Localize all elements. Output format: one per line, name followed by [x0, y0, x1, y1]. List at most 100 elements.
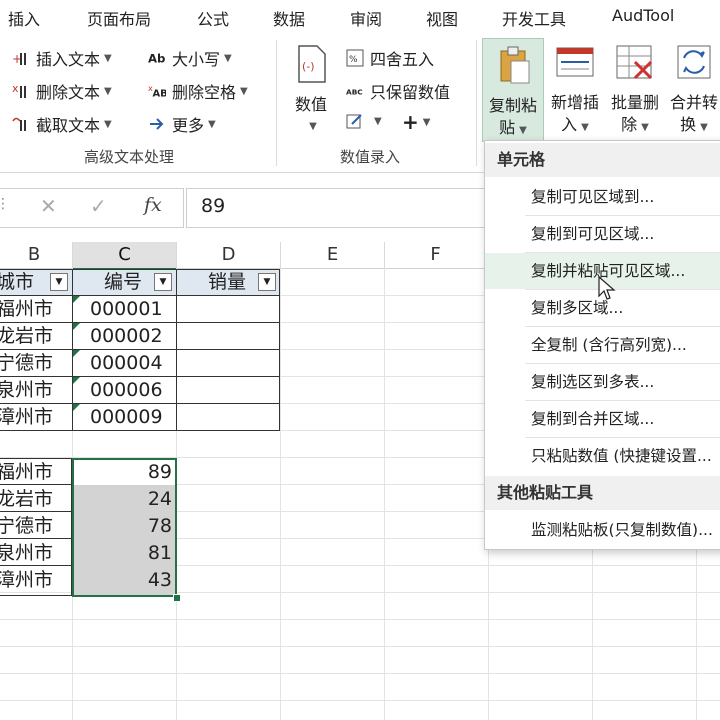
cancel-icon[interactable]: ✕	[40, 194, 57, 218]
extract-text-label: 截取文本	[36, 116, 101, 135]
svg-text:ABC: ABC	[346, 87, 363, 96]
table-cell[interactable]: 000001	[90, 296, 163, 323]
delete-text-label: 删除文本	[36, 83, 101, 102]
insert-text-button[interactable]: + 插入文本 ▼	[12, 46, 112, 70]
edit-button[interactable]: ▼	[346, 112, 382, 130]
number-label: 数值	[294, 95, 327, 114]
table-cell[interactable]: 000002	[90, 323, 163, 350]
abc-icon: ABC	[346, 87, 363, 96]
fx-icon[interactable]: fx	[144, 194, 162, 216]
edit-icon	[346, 114, 362, 129]
table-cell[interactable]: 89	[74, 459, 172, 486]
dropdown-arrow-icon: ▼	[208, 118, 216, 130]
insert-new-label-1: 新增插	[550, 93, 599, 112]
table-cell[interactable]: 漳州市	[0, 567, 53, 594]
tab-page-layout[interactable]: 页面布局	[87, 6, 151, 30]
case-button[interactable]: Ab 大小写 ▼	[148, 46, 232, 70]
menu-item-copy-to-merged[interactable]: 复制到合并区域...	[485, 401, 720, 437]
menu-section-cells: 单元格	[485, 143, 720, 177]
table-cell[interactable]: 福州市	[0, 296, 53, 323]
tab-insert[interactable]: 插入	[8, 6, 40, 30]
table-cell[interactable]: 78	[74, 513, 172, 540]
column-header-f[interactable]: F	[385, 242, 487, 269]
case-label: 大小写	[172, 50, 221, 69]
delete-text-button[interactable]: x 删除文本 ▼	[12, 79, 112, 103]
column-header-d[interactable]: D	[177, 242, 281, 269]
copy-paste-label-2: 贴 ▼	[499, 118, 527, 137]
case-icon: Ab	[148, 52, 165, 66]
tab-developer[interactable]: 开发工具	[502, 6, 566, 30]
clipboard-icon	[500, 46, 530, 84]
dropdown-arrow-icon: ▼	[104, 85, 112, 97]
keep-values-button[interactable]: ABC 只保留数值	[346, 79, 450, 103]
menu-item-full-copy[interactable]: 全复制 (含行高列宽)...	[485, 327, 720, 363]
menu-item-copy-visible-to[interactable]: 复制可见区域到...	[485, 179, 720, 215]
batch-delete-label-1: 批量删	[610, 93, 659, 112]
menu-item-copy-to-visible[interactable]: 复制到可见区域...	[485, 216, 720, 252]
batch-delete-button[interactable]: 批量删 除 ▼	[606, 42, 664, 139]
column-header-e[interactable]: E	[281, 242, 385, 269]
tab-review[interactable]: 审阅	[350, 6, 382, 30]
text-number-indicator-icon	[73, 404, 80, 411]
table-divider	[176, 269, 177, 431]
add-button[interactable]: + ▼	[402, 110, 430, 134]
tab-formulas[interactable]: 公式	[197, 6, 229, 30]
delete-grid-icon	[616, 45, 653, 80]
number-button[interactable]: (-) 数值 ▼	[288, 44, 334, 138]
text-number-indicator-icon	[73, 296, 80, 303]
table-cell[interactable]: 43	[74, 567, 172, 594]
merge-convert-button[interactable]: 合并转 换 ▼	[666, 42, 720, 139]
fill-handle[interactable]	[173, 594, 181, 602]
table-cell[interactable]: 漳州市	[0, 404, 53, 431]
table-cell[interactable]: 福州市	[0, 459, 53, 486]
table-cell[interactable]: 宁德市	[0, 513, 53, 540]
copy-paste-menu: 单元格 复制可见区域到... 复制到可见区域... 复制并粘贴可见区域... 复…	[484, 140, 720, 550]
table-cell[interactable]: 龙岩市	[0, 323, 53, 350]
insert-new-button[interactable]: 新增插 入 ▼	[546, 42, 604, 139]
svg-text:(-): (-)	[302, 60, 315, 73]
copy-paste-button[interactable]: 复制粘 贴 ▼	[482, 38, 544, 142]
remove-spaces-button[interactable]: xAB 删除空格▼	[148, 79, 248, 103]
table-cell[interactable]: 宁德市	[0, 350, 53, 377]
merge-convert-label-2: 换 ▼	[680, 115, 708, 134]
round-label: 四舍五入	[370, 50, 435, 69]
tab-audtool[interactable]: AudTool	[612, 6, 674, 25]
menu-item-copy-to-sheets[interactable]: 复制选区到多表...	[485, 364, 720, 400]
column-header-b[interactable]: B	[0, 242, 73, 269]
extract-text-icon	[12, 117, 26, 131]
table-cell[interactable]: 龙岩市	[0, 486, 53, 513]
more-dots-icon: ⋮	[0, 196, 10, 212]
copy-paste-label-1: 复制粘	[488, 96, 537, 115]
remove-spaces-icon: xAB	[148, 83, 166, 99]
table-cell[interactable]: 泉州市	[0, 540, 53, 567]
tab-data[interactable]: 数据	[273, 6, 305, 30]
arrow-right-icon	[150, 118, 164, 130]
extract-text-button[interactable]: 截取文本 ▼	[12, 112, 112, 136]
group-divider	[276, 40, 277, 166]
dropdown-arrow-icon: ▼	[104, 52, 112, 64]
table-cell[interactable]: 000009	[90, 404, 163, 431]
menu-item-paste-values-only[interactable]: 只粘贴数值 (快捷键设置...	[485, 438, 720, 474]
table-cell[interactable]: 81	[74, 540, 172, 567]
dropdown-arrow-icon: ▼	[240, 85, 248, 97]
mouse-cursor-icon	[598, 276, 616, 300]
svg-text:%: %	[349, 55, 358, 65]
confirm-icon[interactable]: ✓	[90, 194, 107, 218]
column-header-c[interactable]: C	[73, 242, 177, 270]
more-button[interactable]: 更多 ▼	[148, 112, 216, 136]
text-group-label: 高级文本处理	[84, 148, 175, 166]
table-cell[interactable]: 000006	[90, 377, 163, 404]
round-button[interactable]: % 四舍五入	[346, 46, 434, 70]
insert-rows-icon	[556, 47, 594, 77]
menu-item-monitor-clipboard[interactable]: 监测粘贴板(只复制数值)...	[485, 512, 720, 548]
menu-section-other-paste: 其他粘贴工具	[485, 476, 720, 510]
group-divider	[476, 40, 477, 166]
table-cell[interactable]: 泉州市	[0, 377, 53, 404]
dropdown-arrow-icon: ▼	[224, 52, 232, 64]
table-cell[interactable]: 24	[74, 486, 172, 513]
svg-text:x: x	[12, 82, 19, 95]
tab-view[interactable]: 视图	[426, 6, 458, 30]
table-cell[interactable]: 000004	[90, 350, 163, 377]
gridline	[0, 700, 720, 701]
gridline	[280, 268, 281, 720]
